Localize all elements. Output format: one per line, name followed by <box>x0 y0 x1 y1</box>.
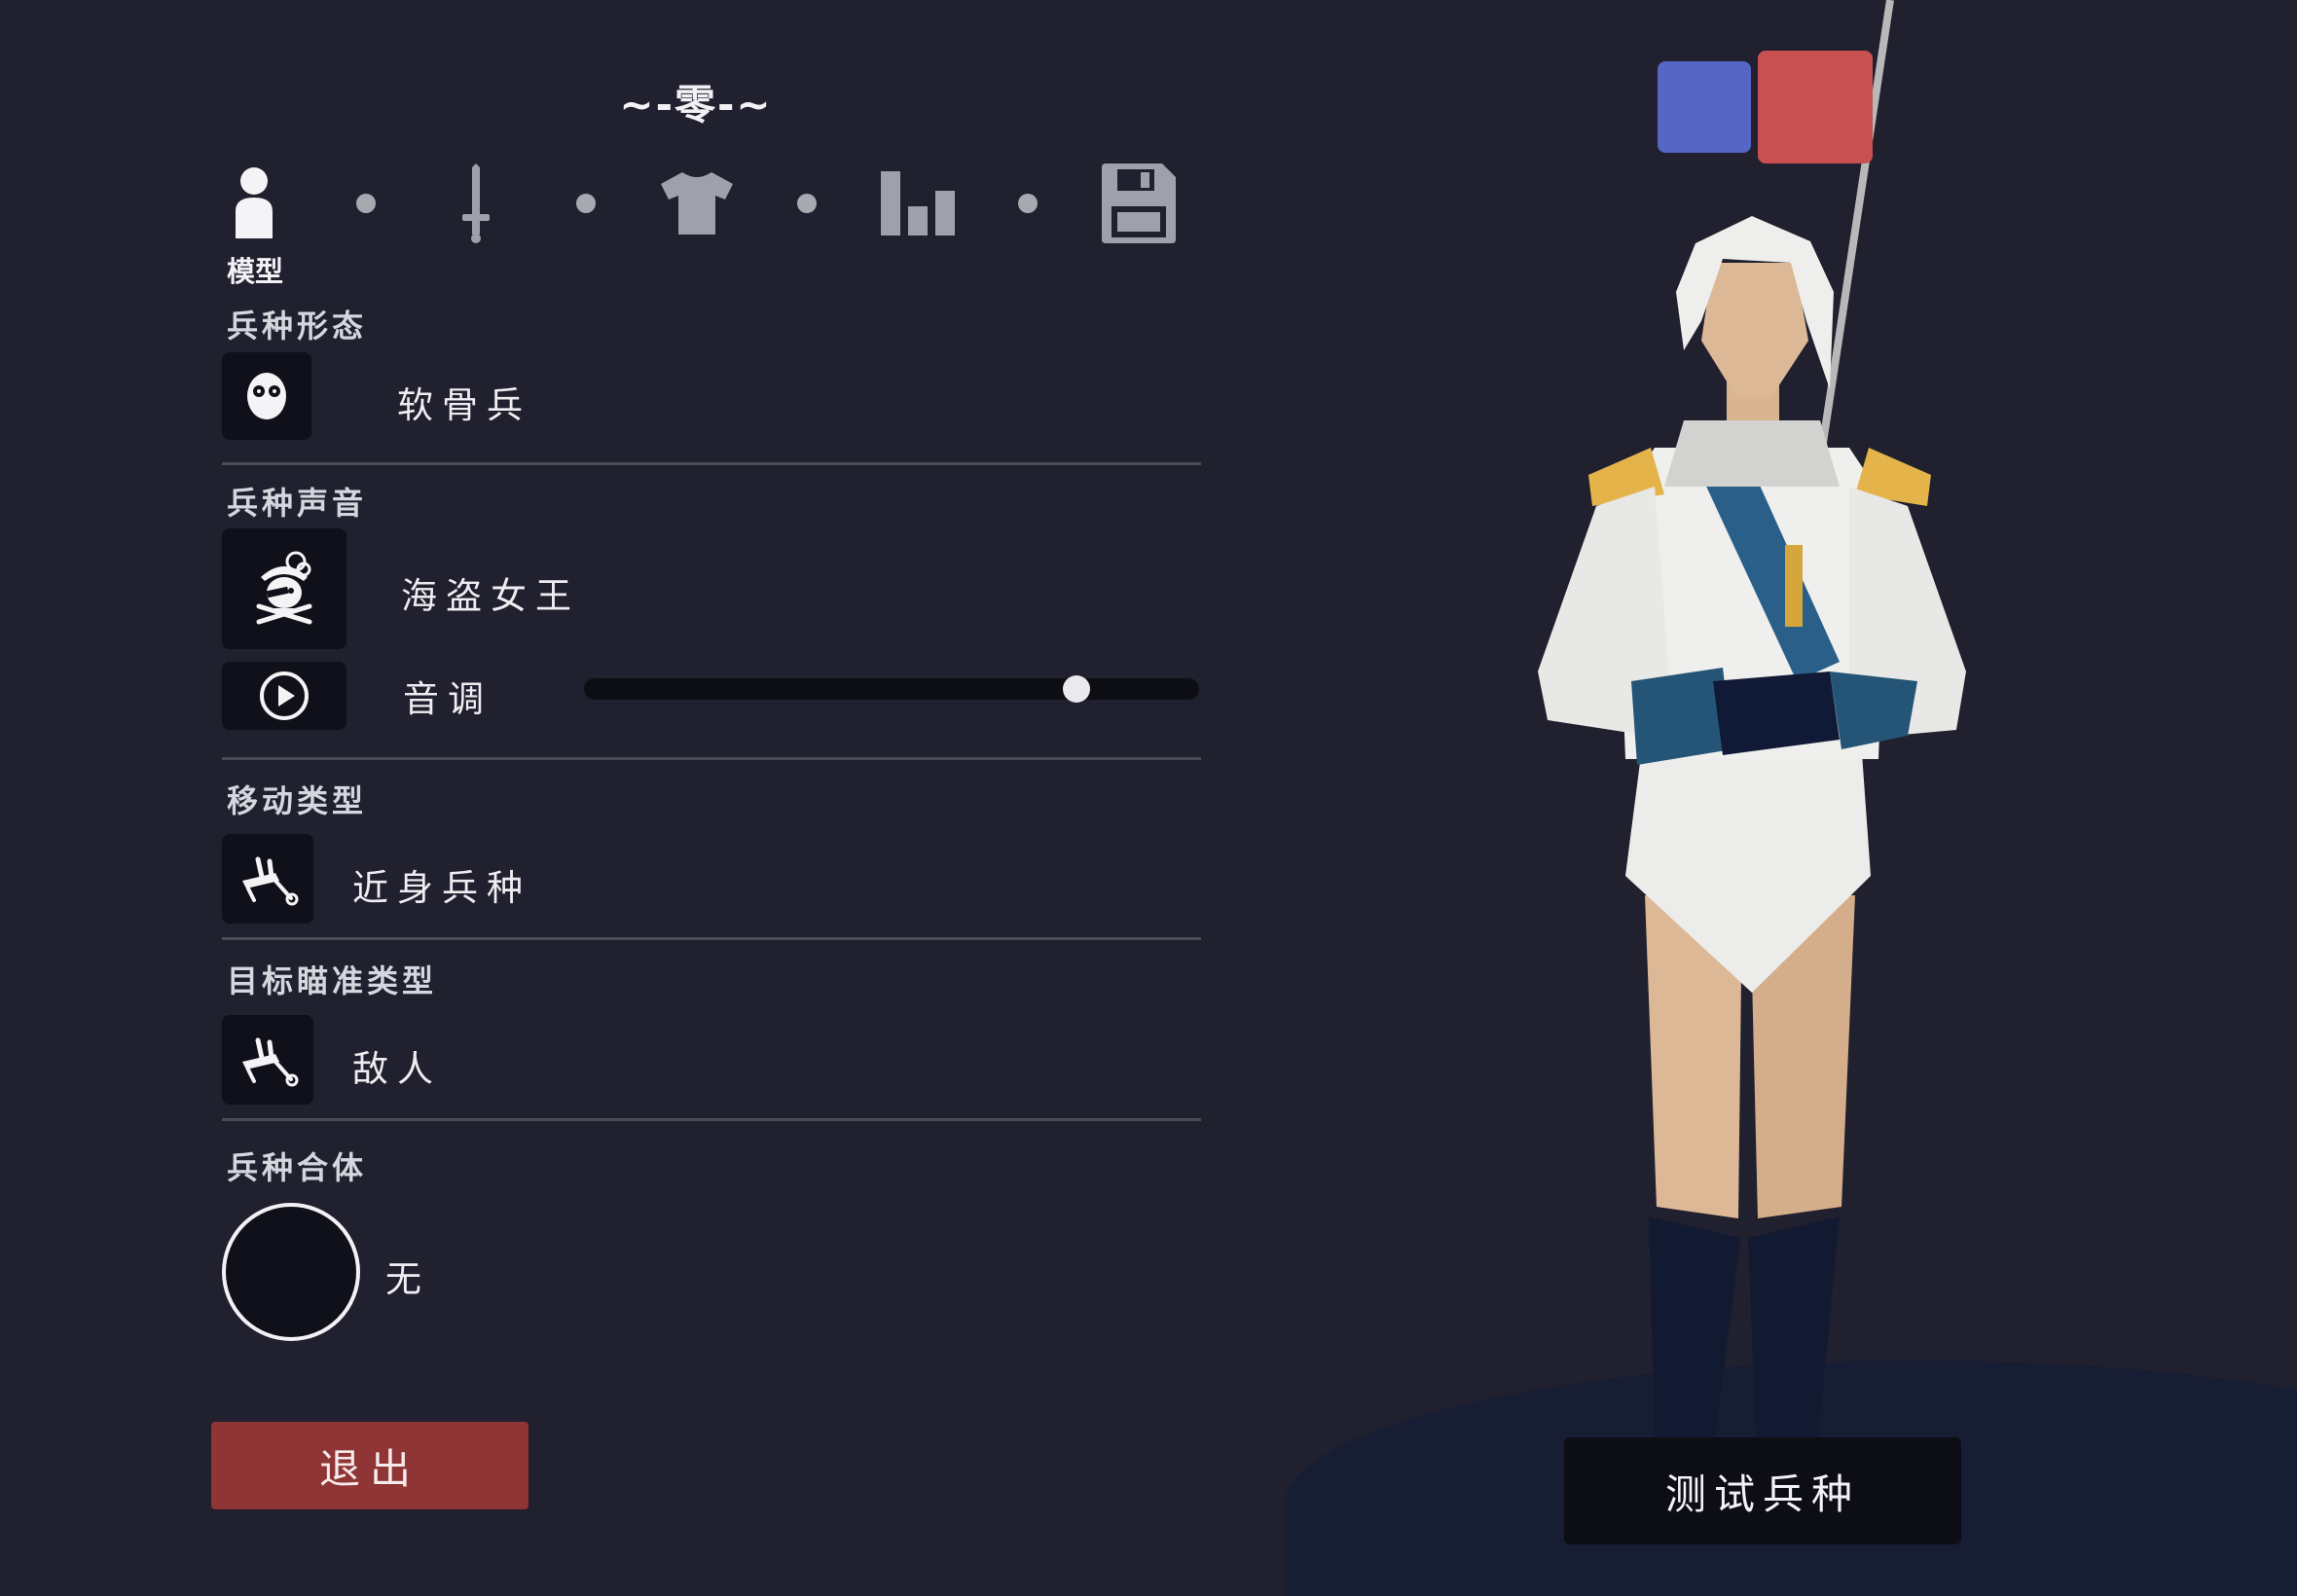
movement-value: 近身兵种 <box>352 867 531 909</box>
unit-name-title[interactable]: ~-零-~ <box>545 72 847 131</box>
section-title-combine: 兵种合体 <box>227 1149 368 1186</box>
tab-separator-dot <box>576 194 596 213</box>
save-icon <box>1102 163 1176 243</box>
voice-value: 海盗女王 <box>401 575 580 617</box>
play-icon <box>260 671 309 720</box>
tab-separator-dot <box>356 194 376 213</box>
combine-slot-button[interactable] <box>222 1203 360 1341</box>
shirt-icon <box>661 172 733 235</box>
tab-separator-dot <box>797 194 817 213</box>
team-red-swatch[interactable] <box>1758 51 1873 163</box>
person-icon <box>236 167 273 238</box>
spear-guard <box>1785 545 1803 627</box>
stats-icon <box>881 171 955 236</box>
scarf <box>1664 420 1840 487</box>
head <box>1701 263 1808 397</box>
tab-separator-dot <box>1018 194 1038 213</box>
tab-clothing[interactable] <box>655 160 739 247</box>
section-title-voice: 兵种声音 <box>227 485 368 522</box>
tab-model[interactable] <box>212 160 296 247</box>
movement-selector-button[interactable] <box>222 834 313 924</box>
combine-value: 无 <box>385 1258 430 1300</box>
form-value: 软骨兵 <box>397 384 531 426</box>
divider <box>222 1118 1201 1121</box>
form-selector-button[interactable] <box>222 352 311 440</box>
unit-preview-scene[interactable] <box>1226 0 2297 1596</box>
targeting-value: 敌人 <box>352 1048 442 1090</box>
tab-stats[interactable] <box>876 160 960 247</box>
play-voice-button[interactable] <box>222 662 346 730</box>
pitch-slider-track[interactable] <box>584 678 1199 700</box>
exit-button[interactable]: 退出 <box>211 1422 529 1509</box>
pirate-queen-icon <box>256 551 312 625</box>
movement-icon <box>242 856 299 906</box>
section-title-form: 兵种形态 <box>227 308 368 345</box>
pitch-slider-knob[interactable] <box>1062 675 1090 703</box>
right-cuff <box>1830 671 1917 749</box>
target-icon <box>242 1037 299 1087</box>
sword-icon <box>462 163 490 243</box>
section-title-movement: 移动类型 <box>227 782 368 819</box>
tab-save[interactable] <box>1097 160 1181 247</box>
pitch-label: 音调 <box>403 678 492 720</box>
divider <box>222 757 1201 760</box>
tab-weapons[interactable] <box>434 160 518 247</box>
divider <box>222 937 1201 940</box>
targeting-selector-button[interactable] <box>222 1015 313 1105</box>
team-blue-swatch[interactable] <box>1658 61 1751 153</box>
voice-selector-button[interactable] <box>222 528 346 649</box>
test-unit-button[interactable]: 测试兵种 <box>1564 1437 1961 1544</box>
section-title-targeting: 目标瞄准类型 <box>227 962 438 999</box>
ragdoll-face-icon <box>247 373 286 419</box>
tab-model-label: 模型 <box>226 255 283 288</box>
divider <box>222 462 1201 465</box>
